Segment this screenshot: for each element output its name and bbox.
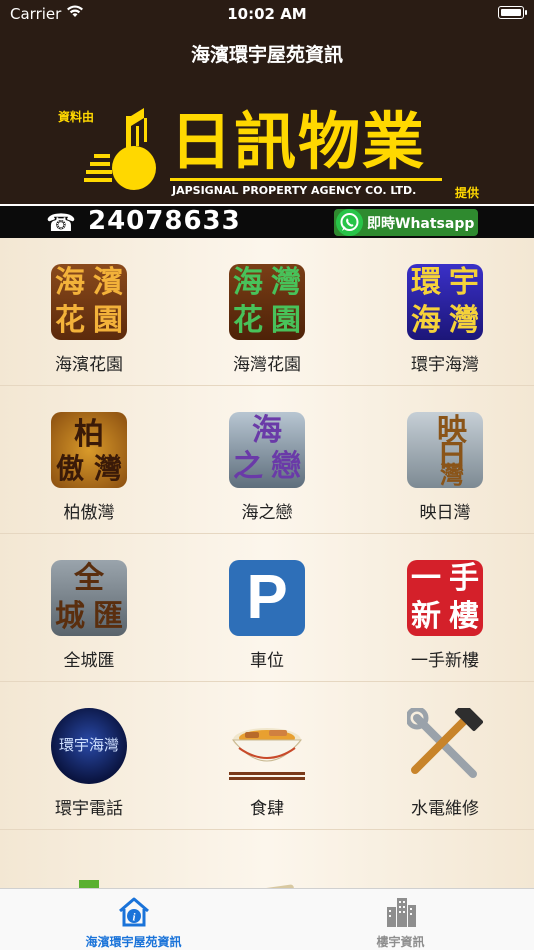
grid-item-restaurants[interactable]: 食肆 — [178, 682, 356, 830]
partial-icon — [407, 856, 483, 888]
battery-icon — [498, 6, 527, 19]
icon-glyph: 灣 — [93, 452, 122, 485]
grid-item-ocean-pride[interactable]: 環 宇 海 灣 環宇海灣 — [356, 238, 534, 386]
icon-glyph: 園 — [271, 303, 301, 338]
company-name-en: JAPSIGNAL PROPERTY AGENCY CO. LTD. — [172, 184, 417, 197]
grid-item-label: 環宇海灣 — [411, 355, 479, 375]
icon-glyph: 戀 — [271, 449, 301, 484]
icon-glyph: 傲 — [55, 452, 84, 485]
grid-item-label: 水電維修 — [411, 799, 479, 819]
grid-item-phone-directory[interactable]: 環宇海灣 環宇電話 — [0, 682, 178, 830]
whatsapp-label: 即時Whatsapp — [367, 216, 475, 232]
grid-item-repairs[interactable]: 水電維修 — [356, 682, 534, 830]
grid-item-partial[interactable] — [178, 830, 356, 888]
icon-glyph: 之 — [233, 449, 263, 484]
grid-item-label: 映日灣 — [419, 503, 471, 523]
icon-glyph: 全 — [74, 561, 104, 596]
grid-item-city-point[interactable]: 全 城 匯 全城匯 — [0, 534, 178, 682]
grid-item-sunrise-bay[interactable]: 映 日 灣 映日灣 — [356, 386, 534, 534]
icon-glyph: 園 — [93, 303, 123, 338]
medical-cross-icon — [79, 880, 99, 888]
buildings-icon — [387, 898, 416, 927]
icon-glyph: 環 — [411, 265, 441, 300]
sunrise-bay-icon: 映 日 灣 — [407, 412, 483, 488]
icon-glyph: 手 — [449, 561, 479, 596]
icon-glyph: 海 — [233, 265, 263, 300]
icon-glyph: 城 — [55, 599, 85, 634]
grid-item-parkview-bay[interactable]: 柏 傲 灣 柏傲灣 — [0, 386, 178, 534]
icon-glyph: P — [246, 563, 288, 632]
icon-glyph: 灣 — [449, 303, 479, 338]
icon-glyph: 花 — [55, 303, 85, 338]
icon-glyph: 灣 — [271, 265, 301, 300]
city-point-icon: 全 城 匯 — [51, 560, 127, 636]
grid-item-label: 食肆 — [250, 799, 284, 819]
icon-glyph: 花 — [233, 303, 263, 338]
icon-glyph: 海 — [252, 413, 282, 448]
phone-number[interactable]: 24078633 — [88, 206, 241, 236]
grid-item-label: 海濱花園 — [55, 355, 123, 375]
page-title: 海濱環宇屋苑資訊 — [190, 44, 343, 66]
icon-glyph: 灣 — [440, 460, 464, 488]
icon-glyph: 宇 — [449, 265, 479, 300]
divider — [170, 178, 442, 181]
tab-home-info[interactable]: i 海濱環宇屋苑資訊 — [0, 889, 267, 950]
book-icon — [238, 884, 296, 888]
tab-label: 樓宇資訊 — [376, 935, 425, 949]
grid-row: 環宇海灣 環宇電話 食肆 水電維修 — [0, 682, 534, 830]
grid-item-label: 柏傲灣 — [63, 503, 115, 523]
phone-directory-icon: 環宇海灣 — [51, 708, 127, 784]
grid-item-label: 海之戀 — [241, 503, 293, 523]
noodle-bowl-icon — [229, 728, 305, 780]
grid-item-haiwan-garden[interactable]: 海 灣 花 園 海灣花園 — [178, 238, 356, 386]
company-logo-icon — [84, 108, 156, 190]
icon-glyph: 一 — [411, 561, 441, 596]
new-flat-icon: 一 手 新 樓 — [407, 560, 483, 636]
tab-label: 海濱環宇屋苑資訊 — [85, 935, 182, 949]
sponsor-banner[interactable]: 資料由 日訊物業 JAPSIGNAL PROPERTY AGENCY CO. L… — [0, 92, 534, 204]
grid-item-haibin-garden[interactable]: 海 濱 花 園 海濱花園 — [0, 238, 178, 386]
grid-row — [0, 830, 534, 888]
parking-icon: P — [229, 560, 305, 636]
grid-item-partial[interactable] — [356, 830, 534, 888]
clock: 10:02 AM — [227, 5, 307, 23]
grid-row: 柏 傲 灣 柏傲灣 海 之 戀 海之戀 映 日 灣 映日灣 — [0, 386, 534, 534]
property-grid: 海 濱 花 園 海濱花園 海 灣 花 園 海灣花園 環 宇 海 灣 環宇海灣 柏… — [0, 238, 534, 888]
telephone-icon[interactable]: ☎ — [46, 209, 76, 237]
home-info-icon: i — [119, 897, 149, 927]
contact-bar: ☎ 24078633 即時Whatsapp — [0, 204, 534, 238]
ocean-pride-icon: 環 宇 海 灣 — [407, 264, 483, 340]
whatsapp-button[interactable]: 即時Whatsapp — [334, 209, 478, 236]
grid-item-label: 一手新樓 — [411, 651, 479, 671]
sea-love-icon: 海 之 戀 — [229, 412, 305, 488]
icon-glyph: 海 — [411, 303, 441, 338]
grid-item-partial[interactable] — [0, 830, 178, 888]
grid-item-label: 環宇電話 — [55, 799, 123, 819]
grid-item-new-flat[interactable]: 一 手 新 樓 一手新樓 — [356, 534, 534, 682]
icon-glyph: 新 — [411, 599, 441, 634]
company-name-cn: 日訊物業 — [170, 105, 427, 178]
status-bar: Carrier 10:02 AM — [0, 0, 534, 30]
icon-glyph: 樓 — [449, 599, 479, 634]
icon-glyph: 柏 — [74, 417, 104, 452]
provide-text: 提供 — [455, 186, 480, 200]
icon-glyph: 濱 — [93, 265, 123, 300]
icon-glyph: 匯 — [93, 599, 123, 634]
icon-glyph: 環宇海灣 — [58, 736, 119, 754]
tab-bar: i 海濱環宇屋苑資訊 樓宇資訊 — [0, 888, 534, 950]
grid-item-label: 車位 — [250, 651, 284, 671]
tab-buildings[interactable]: 樓宇資訊 — [267, 889, 534, 950]
grid-item-sea-love[interactable]: 海 之 戀 海之戀 — [178, 386, 356, 534]
whatsapp-icon — [336, 209, 363, 236]
icon-glyph: 海 — [55, 265, 85, 300]
grid-item-parking[interactable]: P 車位 — [178, 534, 356, 682]
haibin-garden-icon: 海 濱 花 園 — [51, 264, 127, 340]
parkview-bay-icon: 柏 傲 灣 — [51, 412, 127, 488]
haiwan-garden-icon: 海 灣 花 園 — [229, 264, 305, 340]
grid-item-label: 海灣花園 — [233, 355, 301, 375]
tools-icon — [407, 708, 483, 778]
grid-item-label: 全城匯 — [63, 651, 115, 671]
grid-row: 海 濱 花 園 海濱花園 海 灣 花 園 海灣花園 環 宇 海 灣 環宇海灣 — [0, 238, 534, 386]
grid-row: 全 城 匯 全城匯 P 車位 一 手 新 樓 一手新樓 — [0, 534, 534, 682]
